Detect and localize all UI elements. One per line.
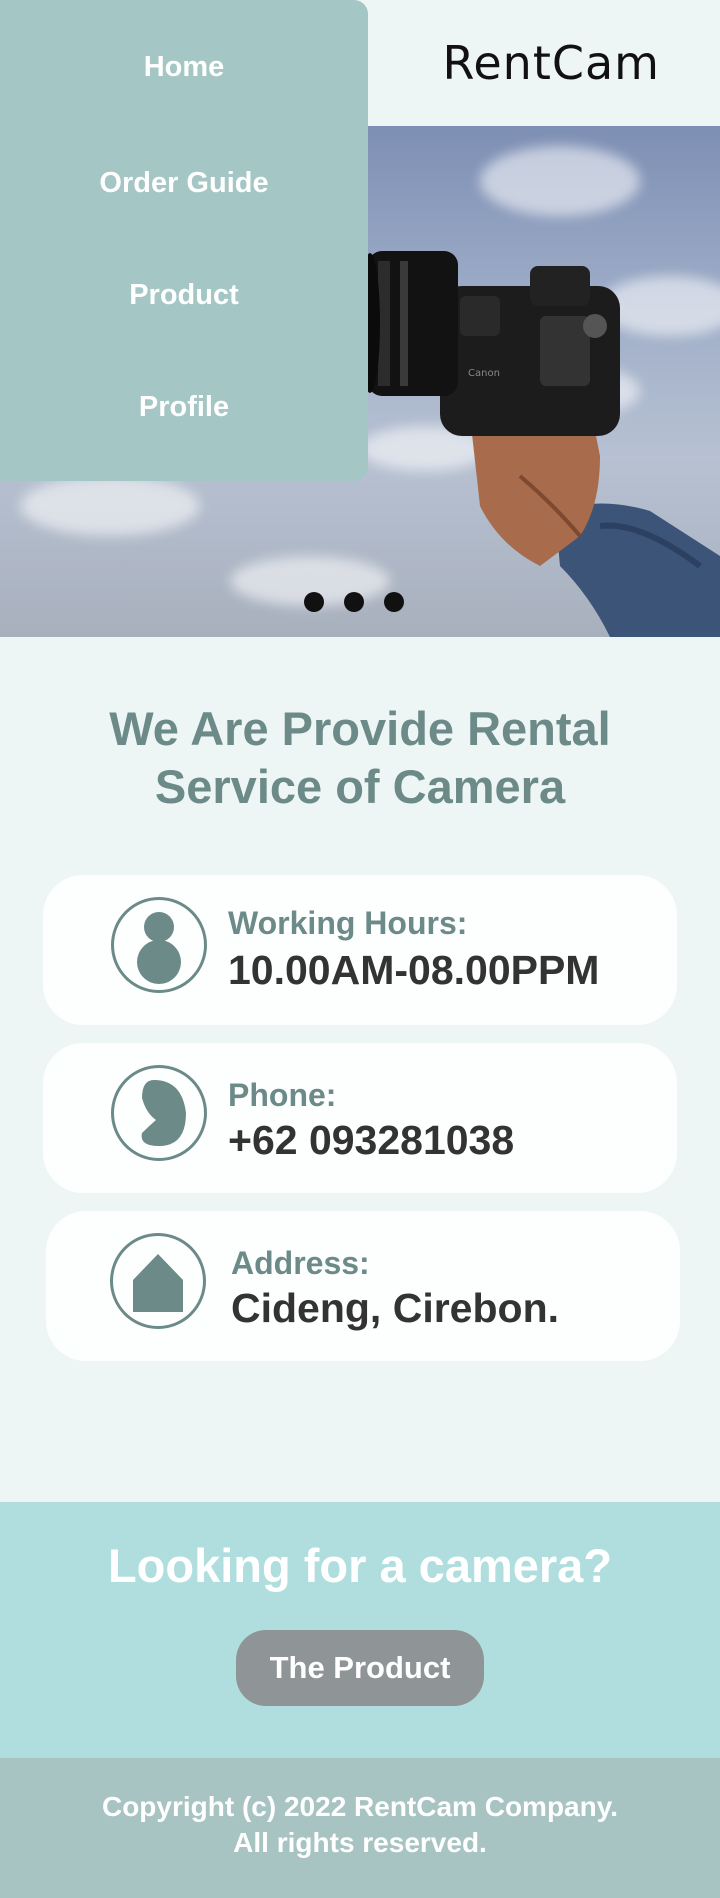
carousel-dot[interactable]: [344, 592, 364, 612]
cta-title: Looking for a camera?: [107, 1539, 613, 1592]
headline-line-2: Service of Camera: [154, 760, 566, 813]
working-hours-label: Working Hours:: [228, 905, 468, 941]
headline-line-1: We Are Provide Rental: [109, 702, 611, 755]
copyright-line-2: All rights reserved.: [233, 1827, 487, 1858]
home-icon: [110, 1233, 206, 1329]
info-card-working-hours: Working Hours: 10.00AM-08.00PPM: [43, 875, 677, 1025]
nav-menu: Home Order Guide Product Profile: [0, 0, 368, 481]
info-card-address: Address: Cideng, Cirebon.: [46, 1211, 680, 1361]
cta-section: Looking for a camera? The Product: [0, 1502, 720, 1758]
nav-item-profile[interactable]: Profile: [0, 391, 368, 424]
phone-label: Phone:: [228, 1077, 337, 1113]
copyright-line-1: Copyright (c) 2022 RentCam Company.: [101, 1791, 619, 1822]
phone-value[interactable]: +62 093281038: [228, 1117, 514, 1164]
address-value: Cideng, Cirebon.: [231, 1285, 559, 1331]
nav-item-home[interactable]: Home: [0, 51, 368, 84]
phone-icon: [111, 1065, 207, 1161]
carousel-dot[interactable]: [304, 592, 324, 612]
nav-item-product[interactable]: Product: [0, 279, 368, 312]
working-hours-value: 10.00AM-08.00PPM: [228, 947, 600, 993]
page-headline: We Are Provide Rental Service of Camera: [0, 700, 720, 816]
nav-item-order-guide[interactable]: Order Guide: [0, 167, 368, 200]
brand-logo[interactable]: RentCam: [442, 36, 660, 90]
carousel-indicators: [304, 592, 404, 612]
carousel-dot[interactable]: [384, 592, 404, 612]
info-card-phone: Phone: +62 093281038: [43, 1043, 677, 1193]
address-label: Address:: [231, 1245, 370, 1281]
product-button[interactable]: The Product: [236, 1630, 484, 1706]
person-icon: [111, 897, 207, 993]
svg-text:Canon: Canon: [468, 368, 500, 379]
footer: Copyright (c) 2022 RentCam Company. All …: [0, 1758, 720, 1898]
